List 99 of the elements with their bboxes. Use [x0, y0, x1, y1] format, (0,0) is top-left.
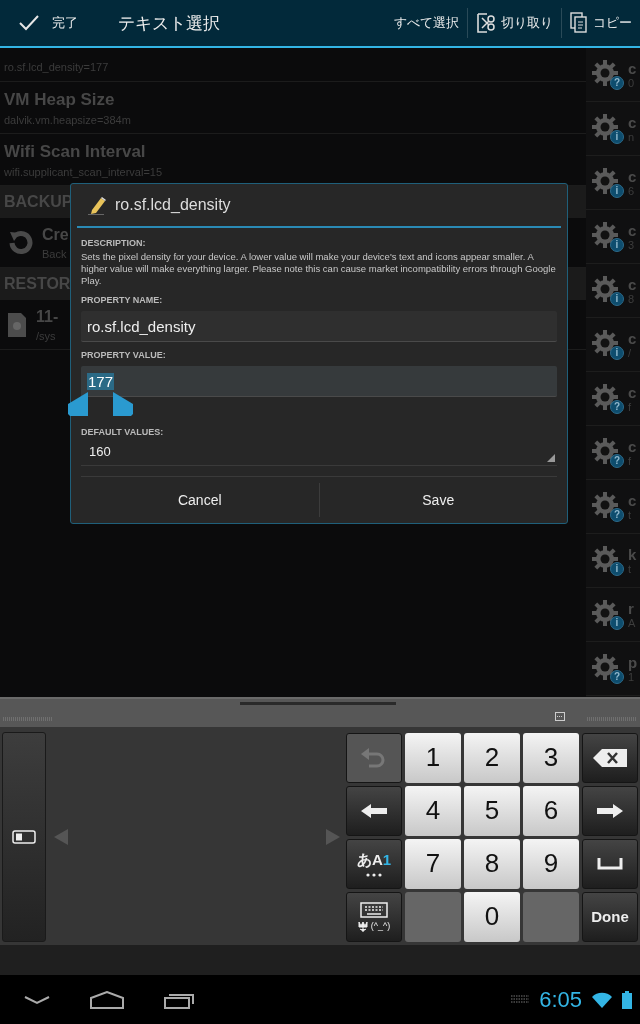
digit-key[interactable]: 4	[405, 785, 461, 836]
item-title: c	[628, 492, 637, 509]
wifi-icon	[592, 991, 612, 1008]
property-name-field[interactable]: ro.sf.lcd_density	[81, 311, 557, 342]
badge: i	[610, 129, 624, 144]
selection-handle[interactable]	[113, 391, 134, 416]
drag-handle[interactable]	[240, 702, 396, 705]
digit-key[interactable]: 8	[464, 838, 520, 889]
gear-icon	[592, 437, 620, 466]
clock-time: 6:05	[539, 986, 582, 1013]
gear-icon	[592, 491, 620, 520]
item-title: k	[628, 546, 637, 563]
dialog-button[interactable]: Cancel	[81, 477, 319, 523]
gear-icon	[592, 653, 620, 682]
gear-icon	[592, 599, 620, 628]
dialog-title: ro.sf.lcd_density	[115, 196, 231, 214]
gear-icon	[592, 59, 620, 88]
dropdown-corner-icon	[547, 454, 555, 462]
digit-key[interactable]: 7	[405, 838, 461, 889]
item-title: c	[628, 168, 637, 185]
file-icon	[6, 310, 28, 339]
toolbar-action[interactable]: すべて選択	[386, 0, 467, 46]
digit-key[interactable]: 0	[464, 891, 520, 942]
badge: ?	[610, 75, 624, 90]
item-title: c	[628, 438, 637, 455]
gear-icon	[592, 383, 620, 412]
gear-icon	[592, 329, 620, 358]
description-text: Sets the pixel density for your device. A lower value will make your device's text and icons appear smaller. A higher value will make everything larger. Please note this can cause market incompatibility errors through Google Play.	[81, 251, 557, 287]
item-title: c	[628, 222, 637, 239]
badge: i	[610, 237, 624, 252]
field-label: PROPERTY VALUE:	[81, 350, 167, 360]
item-title: r	[628, 600, 635, 617]
space-key[interactable]	[582, 838, 638, 889]
back-chevron-icon[interactable]	[24, 994, 50, 1005]
keyboard-icon	[511, 994, 530, 1005]
item-title: c	[628, 384, 637, 401]
field-label: DEFAULT VALUES:	[81, 427, 165, 437]
backspace-key[interactable]	[582, 732, 638, 783]
item-title: c	[628, 114, 637, 131]
badge: ?	[610, 669, 624, 684]
gear-icon	[592, 113, 620, 142]
item-title: c	[628, 330, 637, 347]
flower-icon	[357, 920, 369, 932]
badge: ?	[610, 399, 624, 414]
gear-icon	[592, 167, 620, 196]
pencil-icon	[87, 195, 107, 215]
item-title: c	[628, 60, 637, 77]
left-key[interactable]	[346, 785, 402, 836]
badge: i	[610, 345, 624, 360]
battery-icon	[622, 990, 632, 1009]
item-title: c	[628, 276, 637, 293]
badge: i	[610, 561, 624, 576]
gear-icon	[592, 275, 620, 304]
mode-key[interactable]: あA1	[346, 838, 402, 889]
badge: i	[610, 615, 624, 630]
dialog-button[interactable]: Save	[319, 477, 557, 523]
badge: ?	[610, 507, 624, 522]
item-title: 11-	[36, 307, 59, 326]
digit-key[interactable]: 9	[523, 838, 579, 889]
digit-key[interactable]: 3	[523, 732, 579, 783]
digit-key[interactable]: 5	[464, 785, 520, 836]
field-label: DESCRIPTION:	[81, 238, 147, 248]
done-key[interactable]: Done	[582, 891, 638, 942]
checkmark-icon	[18, 14, 40, 32]
right-arrow-icon	[597, 803, 623, 818]
toolbar-action[interactable]: 切り取り	[468, 0, 561, 46]
toggle-icon	[12, 830, 36, 844]
keyboard-icon	[360, 901, 388, 918]
item-subtitle: /	[628, 347, 633, 359]
setting-title: VM Heap Size	[4, 89, 116, 110]
gear-icon	[592, 545, 620, 574]
badge: i	[610, 291, 624, 306]
digit-key[interactable]: 6	[523, 785, 579, 836]
toggle-key[interactable]	[2, 732, 46, 942]
emoji-key[interactable]: (^_^)	[346, 891, 402, 942]
badge: ?	[610, 453, 624, 468]
keyboard-mini-icon[interactable]	[555, 712, 565, 721]
scissors-icon	[476, 12, 496, 34]
gear-icon	[592, 221, 620, 250]
badge: i	[610, 183, 624, 198]
home-icon[interactable]	[90, 990, 124, 1009]
toolbar-action[interactable]: コピー	[562, 0, 640, 46]
space-icon	[597, 857, 623, 870]
digit-key[interactable]: 2	[464, 732, 520, 783]
undo-icon	[361, 746, 387, 769]
copy-icon	[570, 12, 588, 34]
left-arrow-icon	[361, 803, 387, 818]
item-title: Cre	[42, 225, 69, 244]
default-values-dropdown[interactable]: 160	[81, 437, 557, 466]
right-key[interactable]	[582, 785, 638, 836]
field-label: PROPERTY NAME:	[81, 295, 164, 305]
backspace-icon	[593, 748, 627, 767]
digit-key[interactable]: 1	[405, 732, 461, 783]
screen-title: テキスト選択	[118, 12, 220, 35]
selection-handle[interactable]	[68, 391, 88, 416]
setting-title: Wifi Scan Interval	[4, 141, 147, 162]
item-title: p	[628, 654, 638, 671]
dots-icon	[366, 872, 382, 877]
done-button[interactable]: 完了	[18, 14, 78, 32]
